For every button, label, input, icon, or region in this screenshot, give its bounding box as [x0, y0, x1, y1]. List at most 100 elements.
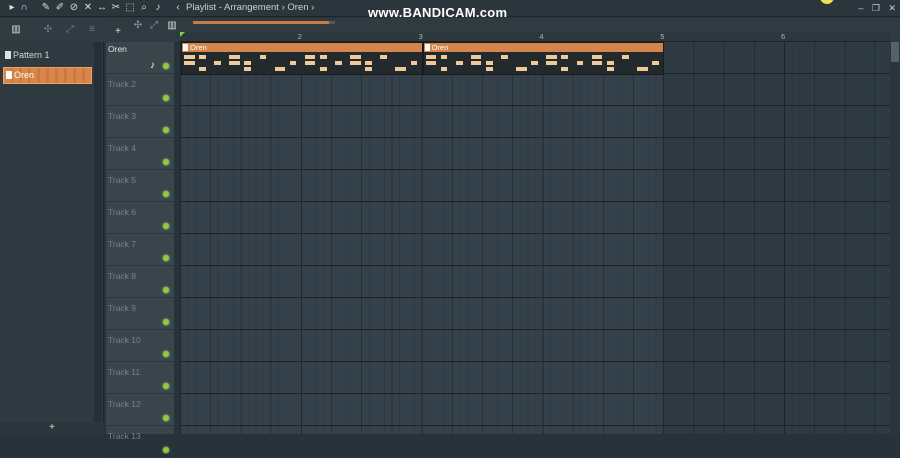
- minimize-icon[interactable]: –: [858, 3, 863, 13]
- track-mute-led[interactable]: [163, 447, 169, 453]
- clip-label: Oren: [14, 70, 35, 80]
- note-block: [350, 61, 361, 65]
- pattern-label: Pattern 1: [13, 50, 50, 60]
- note-block: [304, 61, 316, 65]
- note-block: [335, 61, 342, 65]
- note-block: [440, 55, 448, 59]
- note-block: [350, 55, 361, 59]
- horizontal-scroll-thumb[interactable]: [193, 21, 329, 24]
- audio-clip-item[interactable]: Oren: [3, 67, 92, 84]
- slice-icon[interactable]: ✂: [110, 2, 122, 14]
- track-row[interactable]: Track 7: [106, 234, 174, 266]
- note-block: [244, 61, 252, 65]
- vertical-scrollbar[interactable]: [890, 42, 900, 434]
- playhead-marker[interactable]: [180, 32, 185, 37]
- note-block: [546, 61, 557, 65]
- slip-icon[interactable]: ↔: [96, 2, 108, 14]
- track-mute-led[interactable]: [163, 191, 169, 197]
- note-block: [395, 67, 406, 71]
- arrows-icon[interactable]: ✣: [42, 24, 54, 36]
- track-row[interactable]: Track 11: [106, 362, 174, 394]
- track-row[interactable]: Track 6: [106, 202, 174, 234]
- piano-roll-icon[interactable]: ▥: [166, 20, 178, 32]
- paint-icon[interactable]: ✐: [54, 2, 66, 14]
- note-block: [485, 67, 493, 71]
- track-row[interactable]: Oren ♪: [106, 42, 174, 74]
- clip-header[interactable]: Oren: [423, 43, 664, 52]
- track-row[interactable]: Track 13: [106, 426, 174, 458]
- track-row[interactable]: Track 3: [106, 106, 174, 138]
- track-mute-led[interactable]: [163, 383, 169, 389]
- track-mute-led[interactable]: [163, 127, 169, 133]
- note-block: [410, 61, 418, 65]
- menu-arrow-icon[interactable]: ▸: [6, 2, 18, 14]
- audio-clip[interactable]: Oren: [422, 42, 665, 75]
- note-block: [621, 55, 629, 59]
- track-mute-led[interactable]: [163, 223, 169, 229]
- note-block: [259, 55, 267, 59]
- vertical-scroll-thumb[interactable]: [891, 42, 899, 62]
- picker-add-button[interactable]: +: [0, 422, 104, 434]
- note-block: [561, 55, 569, 59]
- track-row[interactable]: Track 12: [106, 394, 174, 426]
- speaker-icon[interactable]: ♪: [152, 2, 164, 14]
- clip-menu-icon[interactable]: [424, 44, 430, 51]
- track-row[interactable]: Track 5: [106, 170, 174, 202]
- move-icon[interactable]: ✣: [132, 20, 144, 32]
- note-block: [380, 55, 388, 59]
- note-block: [591, 55, 603, 59]
- list-icon[interactable]: ≡: [86, 24, 98, 36]
- pattern-item[interactable]: Pattern 1: [3, 48, 92, 62]
- pencil-icon[interactable]: ✎: [40, 2, 52, 14]
- track-row[interactable]: Track 8: [106, 266, 174, 298]
- audio-clip[interactable]: Oren: [181, 42, 423, 75]
- track-row[interactable]: Track 4: [106, 138, 174, 170]
- note-block: [289, 61, 297, 65]
- track-row[interactable]: Track 9: [106, 298, 174, 330]
- note-block: [304, 55, 316, 59]
- track-mute-led[interactable]: [163, 415, 169, 421]
- note-block: [470, 61, 482, 65]
- track-mute-led[interactable]: [163, 63, 169, 69]
- chevron-left-icon[interactable]: ‹: [172, 2, 184, 14]
- track-mute-led[interactable]: [163, 255, 169, 261]
- add-track-icon[interactable]: +: [112, 26, 124, 38]
- recording-indicator: [820, 0, 834, 4]
- pattern-picker: Pattern 1 Oren: [0, 42, 104, 422]
- clip-label: Oren: [190, 43, 207, 52]
- note-block: [229, 61, 240, 65]
- track-row[interactable]: Track 2: [106, 74, 174, 106]
- clip-menu-icon[interactable]: [183, 44, 188, 51]
- track-name: Track 2: [108, 79, 137, 89]
- scale-icon[interactable]: ⤢: [64, 24, 76, 36]
- note-block: [606, 67, 614, 71]
- track-mute-led[interactable]: [163, 287, 169, 293]
- stretch-icon[interactable]: ⤢: [148, 20, 160, 32]
- track-mute-led[interactable]: [163, 351, 169, 357]
- note-block: [184, 55, 195, 59]
- zoom-icon[interactable]: ⌕: [138, 2, 150, 14]
- grid-end-shade: [664, 42, 890, 434]
- pattern-icon: [5, 51, 11, 59]
- horizontal-scrollbar[interactable]: [193, 21, 335, 24]
- picker-scrollbar[interactable]: [94, 42, 102, 422]
- track-mute-led[interactable]: [163, 95, 169, 101]
- magnet-icon[interactable]: ∩: [18, 2, 30, 14]
- delete-icon[interactable]: ⊘: [68, 2, 80, 14]
- note-block: [561, 67, 569, 71]
- note-block: [274, 67, 286, 71]
- timeline-ruler[interactable]: 2 3 4 5 6: [180, 32, 890, 42]
- note-block: [425, 61, 437, 65]
- track-mute-led[interactable]: [163, 319, 169, 325]
- piano-icon[interactable]: ▥: [10, 24, 22, 36]
- ruler-bar-number: 6: [781, 32, 786, 41]
- picker-toolbar: ▥ ✣ ⤢ ≡: [0, 18, 106, 42]
- track-row[interactable]: Track 10: [106, 330, 174, 362]
- maximize-icon[interactable]: ❐: [872, 3, 880, 13]
- track-mute-led[interactable]: [163, 159, 169, 165]
- note-block: [319, 55, 327, 59]
- clip-header[interactable]: Oren: [182, 43, 422, 52]
- close-icon[interactable]: ✕: [888, 3, 896, 13]
- mute-icon[interactable]: ✕: [82, 2, 94, 14]
- select-icon[interactable]: ⬚: [124, 2, 136, 14]
